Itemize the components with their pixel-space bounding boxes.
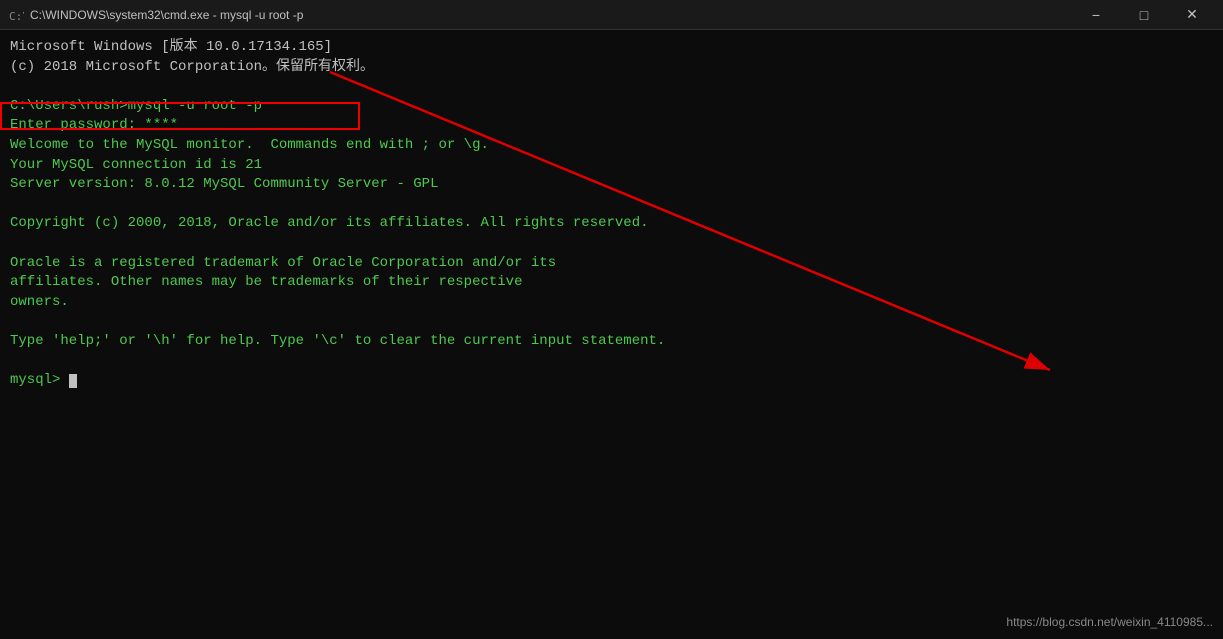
window-title: C:\WINDOWS\system32\cmd.exe - mysql -u r… <box>30 8 303 22</box>
annotation-arrow <box>0 30 1223 639</box>
watermark-text: https://blog.csdn.net/weixin_4110985... <box>1006 614 1213 631</box>
maximize-button[interactable]: □ <box>1121 0 1167 30</box>
minimize-button[interactable]: − <box>1073 0 1119 30</box>
close-button[interactable]: ✕ <box>1169 0 1215 30</box>
svg-text:C:\: C:\ <box>9 10 24 23</box>
title-bar: C:\ C:\WINDOWS\system32\cmd.exe - mysql … <box>0 0 1223 30</box>
window-controls: − □ ✕ <box>1073 0 1215 30</box>
title-bar-left: C:\ C:\WINDOWS\system32\cmd.exe - mysql … <box>8 7 303 23</box>
terminal-window: Microsoft Windows [版本 10.0.17134.165] (c… <box>0 30 1223 639</box>
cmd-icon: C:\ <box>8 7 24 23</box>
